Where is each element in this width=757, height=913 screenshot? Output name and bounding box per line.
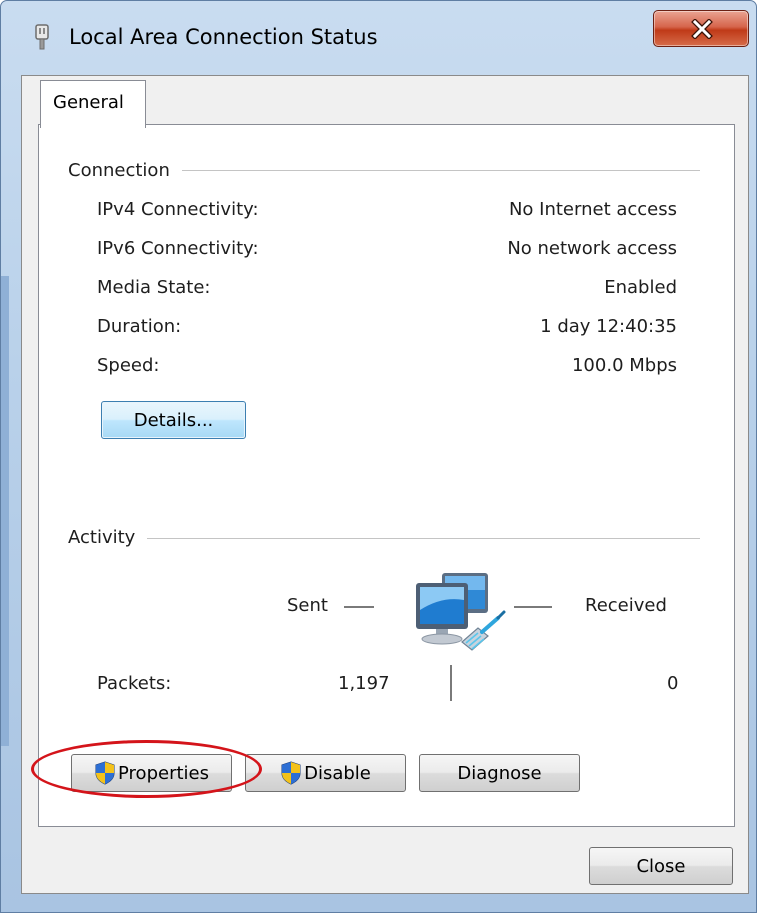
properties-button[interactable]: Properties — [71, 754, 232, 792]
speed-label: Speed: — [97, 355, 160, 376]
packets-label: Packets: — [97, 673, 172, 694]
speed-value: 100.0 Mbps — [571, 355, 677, 376]
uac-shield-icon — [95, 761, 115, 785]
disable-button[interactable]: Disable — [245, 754, 406, 792]
activity-separator — [68, 538, 700, 539]
packets-received-value: 0 — [667, 673, 679, 694]
uac-shield-icon — [281, 761, 301, 785]
ipv6-connectivity-label: IPv6 Connectivity: — [97, 238, 259, 259]
tab-label: General — [53, 92, 124, 113]
sent-connector-line — [344, 606, 374, 608]
media-state-value: Enabled — [604, 277, 677, 298]
sent-label: Sent — [287, 595, 328, 616]
packets-sent-value: 1,197 — [338, 673, 390, 694]
window-frame-edge — [1, 276, 9, 746]
properties-button-label: Properties — [118, 762, 209, 784]
received-label: Received — [585, 595, 667, 616]
media-state-label: Media State: — [97, 277, 211, 298]
ipv4-connectivity-label: IPv4 Connectivity: — [97, 199, 259, 220]
packets-divider — [450, 665, 452, 701]
duration-label: Duration: — [97, 316, 182, 337]
disable-button-label: Disable — [304, 762, 371, 784]
window-close-button[interactable] — [653, 10, 749, 47]
window-title: Local Area Connection Status — [69, 25, 378, 49]
network-computers-icon — [416, 573, 506, 651]
tab-panel-general — [38, 124, 735, 827]
connection-group-title: Connection — [68, 160, 182, 181]
close-icon — [691, 19, 713, 39]
tab-general[interactable]: General — [40, 80, 146, 128]
close-button[interactable]: Close — [589, 847, 733, 885]
received-connector-line — [514, 606, 552, 608]
ipv6-connectivity-value: No network access — [507, 238, 677, 259]
network-adapter-icon — [35, 24, 49, 50]
diagnose-button[interactable]: Diagnose — [419, 754, 580, 792]
activity-group-title: Activity — [68, 527, 148, 548]
ipv4-connectivity-value: No Internet access — [508, 199, 677, 220]
title-bar[interactable]: Local Area Connection Status — [1, 1, 757, 73]
details-button[interactable]: Details... — [101, 401, 246, 439]
duration-value: 1 day 12:40:35 — [540, 316, 677, 337]
